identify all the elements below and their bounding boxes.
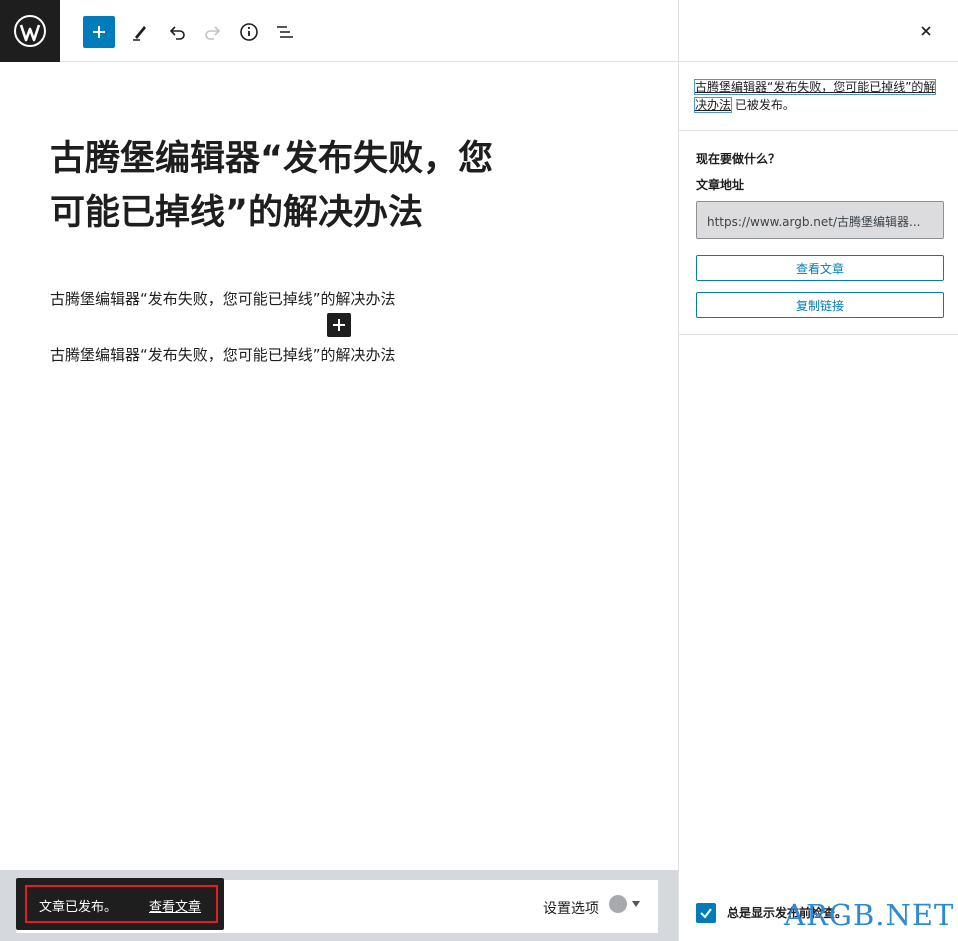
close-button[interactable] (913, 18, 939, 44)
post-address-label: 文章地址 (696, 178, 745, 192)
pre-publish-checkbox[interactable] (696, 903, 716, 923)
editor-canvas: 古腾堡编辑器“发布失败，您可能已掉线”的解决办法 古腾堡编辑器“发布失败，您可能… (0, 62, 678, 870)
post-publish-panel: 古腾堡编辑器“发布失败，您可能已掉线”的解决办法 已被发布。 现在要做什么？ 文… (678, 0, 958, 941)
plus-icon (333, 319, 345, 331)
pencil-icon (133, 26, 146, 41)
panel-header (679, 0, 958, 62)
wordpress-icon (14, 15, 46, 47)
redo-button[interactable] (197, 16, 229, 48)
post-url-field[interactable]: https://www.argb.net/古腾堡编辑器... (696, 201, 944, 239)
watermark-logo: ARGB.NET (784, 898, 955, 932)
post-title[interactable]: 古腾堡编辑器“发布失败，您可能已掉线”的解决办法 (50, 132, 520, 240)
details-button[interactable] (233, 16, 265, 48)
undo-icon (169, 26, 185, 40)
settings-options-label[interactable]: 设置选项 (543, 898, 599, 918)
list-view-icon (277, 26, 293, 38)
published-suffix: 已被发布。 (734, 98, 795, 112)
list-view-button[interactable] (269, 16, 301, 48)
avatar[interactable] (609, 895, 627, 913)
plus-icon (93, 26, 105, 38)
redo-icon (205, 26, 221, 40)
paragraph-block[interactable]: 古腾堡编辑器“发布失败，您可能已掉线”的解决办法 (50, 344, 396, 366)
view-post-button[interactable]: 查看文章 (696, 255, 944, 281)
editor-header (0, 0, 678, 62)
add-block-button[interactable] (83, 16, 115, 48)
wordpress-logo-button[interactable] (0, 0, 60, 62)
block-inserter-button[interactable] (327, 313, 351, 337)
paragraph-block[interactable]: 古腾堡编辑器“发布失败，您可能已掉线”的解决办法 (50, 288, 396, 310)
published-message: 古腾堡编辑器“发布失败，您可能已掉线”的解决办法 已被发布。 (693, 78, 947, 114)
notice-view-post-link[interactable]: 查看文章 (149, 896, 201, 915)
copy-link-button[interactable]: 复制链接 (696, 292, 944, 318)
chevron-down-icon[interactable] (632, 901, 640, 907)
undo-button[interactable] (161, 16, 193, 48)
close-icon (921, 26, 931, 36)
tools-button[interactable] (124, 16, 156, 48)
info-icon (240, 23, 258, 41)
divider (679, 130, 958, 131)
checkmark-icon (700, 908, 712, 919)
divider (679, 334, 958, 335)
whats-next-heading: 现在要做什么？ (696, 152, 781, 166)
notice-text: 文章已发布。 (39, 900, 118, 915)
post-title-link[interactable]: 古腾堡编辑器“发布失败，您可能已掉线”的解决办法 (693, 79, 937, 113)
